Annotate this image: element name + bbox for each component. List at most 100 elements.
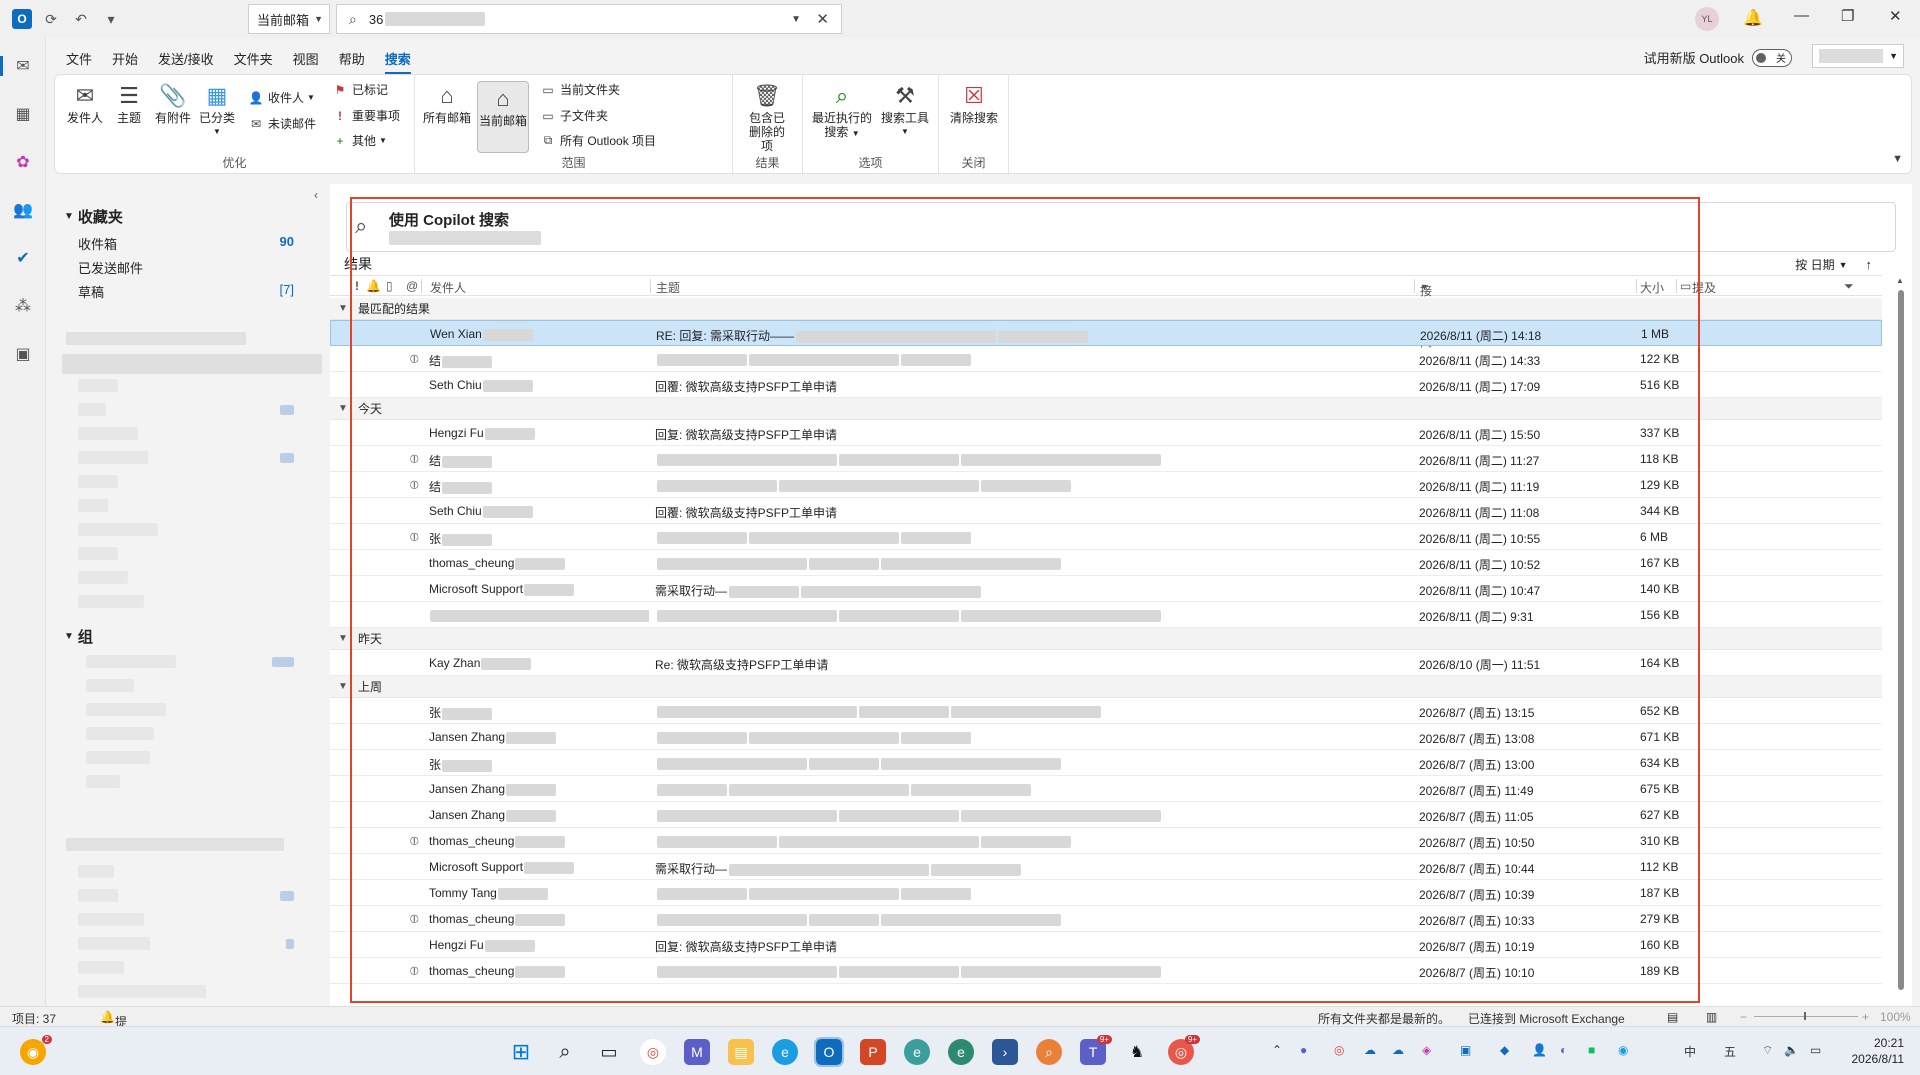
message-row[interactable]: Jansen Zhang 2026/8/7 (周五) 13:08 671 KB: [330, 724, 1882, 750]
group-header[interactable]: ▼ 最匹配的结果: [330, 298, 1882, 320]
importance-column-icon[interactable]: !: [355, 279, 359, 293]
redacted-folder[interactable]: [78, 595, 144, 608]
message-row[interactable]: Seth Chiu 回覆: 微软高级支持PSFP工单申请 2026/8/11 (周二…: [330, 372, 1882, 398]
task-view-icon[interactable]: ▭: [596, 1039, 622, 1065]
redacted-folder[interactable]: [78, 961, 124, 974]
search-icon[interactable]: ⌕: [552, 1039, 578, 1065]
more-button[interactable]: + 其他 ▼: [331, 132, 386, 149]
redacted-folder[interactable]: [78, 937, 150, 950]
has-attachments-button[interactable]: 📎 有附件: [151, 81, 195, 126]
battery-icon[interactable]: ▭: [1810, 1043, 1821, 1057]
group-header[interactable]: ▼ 上周: [330, 676, 1882, 698]
all-outlook-items-button[interactable]: ⧉ 所有 Outlook 项目: [539, 132, 656, 149]
redacted-folder[interactable]: [78, 451, 148, 464]
flagged-button[interactable]: ⚑ 已标记: [331, 81, 388, 98]
ribbon-collapse-icon[interactable]: ▼: [1892, 153, 1903, 165]
sync-icon[interactable]: ⟳: [40, 8, 62, 30]
teams-icon[interactable]: T 9+: [1080, 1035, 1112, 1065]
message-row[interactable]: ⦶ thomas_cheung 2026/8/7 (周五) 10:50 310 KB: [330, 828, 1882, 854]
clear-search-button[interactable]: ☒ 清除搜索: [945, 81, 1003, 126]
wechat-icon[interactable]: ■: [1588, 1043, 1595, 1057]
important-button[interactable]: ! 重要事项: [331, 107, 400, 124]
tray-chrome-icon[interactable]: ◎: [1334, 1043, 1344, 1057]
tray-app-icon[interactable]: ◉: [1618, 1043, 1628, 1057]
include-deleted-button[interactable]: 🗑 包含已 删除的项: [745, 81, 789, 154]
message-row[interactable]: 张 2026/8/7 (周五) 13:15 652 KB: [330, 698, 1882, 724]
normal-view-icon[interactable]: ▤: [1667, 1010, 1678, 1024]
search-scope-dropdown[interactable]: 当前邮箱 ▼: [248, 4, 330, 34]
message-row[interactable]: Jansen Zhang 2026/8/7 (周五) 11:49 675 KB: [330, 776, 1882, 802]
scroll-thumb[interactable]: [1898, 290, 1904, 990]
message-row[interactable]: Jansen Zhang 2026/8/7 (周五) 11:05 627 KB: [330, 802, 1882, 828]
redacted-folder[interactable]: [78, 865, 114, 878]
groups-icon[interactable]: ⁂: [11, 294, 35, 318]
message-row[interactable]: thomas_cheung 2026/8/11 (周二) 10:52 167 KB: [330, 550, 1882, 576]
redacted-folder[interactable]: [78, 427, 138, 440]
group-header[interactable]: ▼ 昨天: [330, 628, 1882, 650]
redacted-group[interactable]: [86, 727, 154, 740]
subfolders-button[interactable]: ▭ 子文件夹: [539, 107, 608, 124]
favorite-inbox[interactable]: 收件箱 90: [78, 234, 318, 253]
category-column-icon[interactable]: ▭: [1680, 279, 1691, 293]
size-column-header[interactable]: 大小: [1640, 279, 1664, 296]
tray-outlook-icon[interactable]: ▣: [1460, 1043, 1471, 1057]
tab-help[interactable]: 帮助: [339, 49, 365, 68]
collapse-pane-icon[interactable]: ‹: [314, 188, 318, 202]
redacted-folder[interactable]: [78, 499, 108, 512]
attachment-column-icon[interactable]: @: [406, 279, 418, 293]
tray-person-icon[interactable]: 👤: [1532, 1043, 1547, 1057]
edge-icon[interactable]: e: [772, 1039, 798, 1065]
zoom-slider-track[interactable]: [1754, 1016, 1858, 1017]
from-column-header[interactable]: 发件人: [430, 279, 466, 296]
favorite-drafts[interactable]: 草稿 [7]: [78, 282, 318, 301]
subject-button[interactable]: ☰ 主题: [107, 81, 151, 126]
edge-dev-icon[interactable]: e: [904, 1039, 930, 1065]
copilot-search-box[interactable]: ⌕ 使用 Copilot 搜索: [346, 202, 1896, 252]
message-row[interactable]: ⦶ thomas_cheung 2026/8/7 (周五) 10:10 189 KB: [330, 958, 1882, 984]
message-row[interactable]: Hengzi Fu 回复: 微软高级支持PSFP工单申请 2026/8/11 (周二…: [330, 420, 1882, 446]
undo-icon[interactable]: ↶: [70, 8, 92, 30]
tab-search[interactable]: 搜索: [384, 49, 411, 74]
redacted-folder-selected[interactable]: [62, 354, 322, 374]
redacted-folder[interactable]: [78, 379, 118, 392]
tab-folder[interactable]: 文件夹: [234, 49, 273, 68]
try-new-outlook-toggle[interactable]: 关: [1752, 48, 1792, 67]
calendar-icon[interactable]: ▦: [11, 102, 35, 126]
mail-icon[interactable]: ✉: [0, 54, 35, 78]
account-dropdown[interactable]: ▼: [1812, 44, 1904, 68]
message-row[interactable]: 2026/8/11 (周二) 9:31 156 KB: [330, 602, 1882, 628]
avatar[interactable]: YL: [1695, 7, 1719, 31]
message-row[interactable]: Microsoft Support 需采取行动— 2026/8/11 (周二) 10…: [330, 576, 1882, 602]
minimize-button[interactable]: —: [1794, 7, 1809, 24]
ime-indicator[interactable]: 中: [1684, 1043, 1696, 1060]
scroll-up-icon[interactable]: ▲: [1896, 276, 1904, 285]
sort-direction-icon[interactable]: ↑: [1866, 257, 1873, 272]
zoom-in-icon[interactable]: +: [1862, 1010, 1869, 1024]
chrome-icon[interactable]: ◎: [640, 1039, 666, 1065]
to-button[interactable]: 👤 收件人 ▼: [247, 89, 315, 106]
tray-app-icon[interactable]: ◐: [1560, 1043, 1567, 1057]
customize-toolbar-icon[interactable]: ▾: [100, 8, 122, 30]
file-explorer-icon[interactable]: ▤: [728, 1039, 754, 1065]
search-history-chevron-icon[interactable]: ▼: [791, 14, 801, 25]
powerpoint-icon[interactable]: P: [860, 1039, 886, 1065]
redacted-group[interactable]: [86, 655, 176, 668]
group-header[interactable]: ▼ 今天: [330, 398, 1882, 420]
all-mailboxes-button[interactable]: ⌂ 所有邮箱: [423, 81, 471, 126]
edge-beta-icon[interactable]: e: [948, 1039, 974, 1065]
show-hidden-icons[interactable]: ⌃: [1272, 1043, 1282, 1057]
ime-mode-indicator[interactable]: 五: [1724, 1043, 1736, 1060]
message-row[interactable]: Hengzi Fu 回复: 微软高级支持PSFP工单申请 2026/8/7 (周五)…: [330, 932, 1882, 958]
message-row[interactable]: ⦶ 张 2026/8/11 (周二) 10:55 6 MB: [330, 524, 1882, 550]
todo-icon[interactable]: ✔: [11, 246, 35, 270]
unread-button[interactable]: ✉ 未读邮件: [247, 115, 316, 132]
redacted-group[interactable]: [86, 703, 166, 716]
wifi-icon[interactable]: ⌔: [1762, 1043, 1773, 1058]
message-row[interactable]: ⦶ 结 2026/8/11 (周二) 11:19 129 KB: [330, 472, 1882, 498]
current-mailbox-button[interactable]: ⌂ 当前邮箱: [477, 81, 529, 153]
clear-search-icon[interactable]: ✕: [816, 10, 829, 28]
tray-app-icon[interactable]: ●: [1300, 1043, 1307, 1057]
tab-file[interactable]: 文件: [66, 49, 92, 68]
firefox-icon[interactable]: ◉ 2: [20, 1035, 52, 1065]
from-button[interactable]: ✉ 发件人: [63, 81, 107, 126]
